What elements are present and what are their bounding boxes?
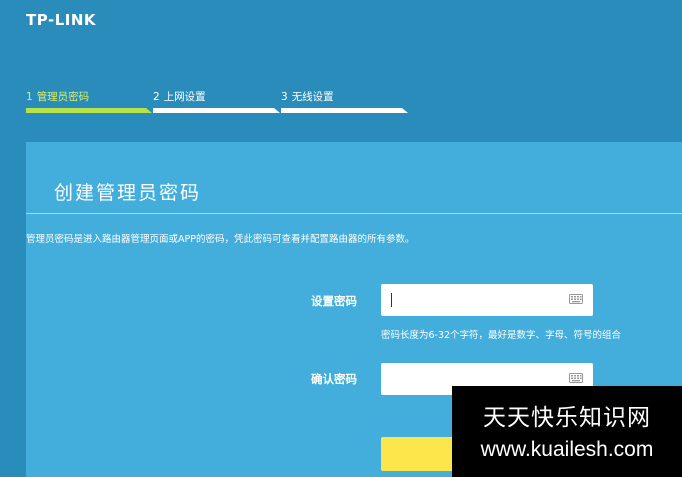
step-internet-settings: 2 上网设置 (153, 89, 280, 115)
text-caret (391, 293, 392, 307)
set-password-field[interactable] (381, 284, 593, 316)
confirm-password-label: 确认密码 (311, 372, 357, 386)
step-admin-password: 1 管理员密码 (26, 89, 152, 115)
step-progress-bar (281, 108, 408, 113)
set-password-input[interactable] (389, 290, 559, 310)
step-label: 3 无线设置 (281, 91, 334, 103)
tp-link-logo: TP-LINK (26, 11, 97, 29)
step-label: 1 管理员密码 (26, 91, 90, 103)
step-progress-bar (153, 108, 280, 113)
keyboard-icon[interactable] (569, 294, 583, 304)
step-label: 2 上网设置 (153, 91, 206, 103)
page-title: 创建管理员密码 (54, 182, 202, 204)
watermark-title: 天天快乐知识网 (483, 405, 651, 431)
keyboard-icon[interactable] (569, 373, 583, 383)
set-password-label: 设置密码 (311, 294, 357, 308)
watermark-overlay: 天天快乐知识网 www.kuailesh.com (452, 386, 682, 477)
panel-description: 管理员密码是进入路由器管理页面或APP的密码，凭此密码可查看并配置路由器的所有参… (26, 234, 415, 245)
step-wireless-settings: 3 无线设置 (281, 89, 408, 115)
title-divider (26, 213, 682, 214)
step-progress-bar (26, 108, 152, 113)
password-hint: 密码长度为6-32个字符，最好是数字、字母、符号的组合 (381, 330, 622, 341)
watermark-url: www.kuailesh.com (480, 438, 654, 461)
setup-steps: 1 管理员密码 2 上网设置 3 无线设置 (26, 89, 410, 115)
